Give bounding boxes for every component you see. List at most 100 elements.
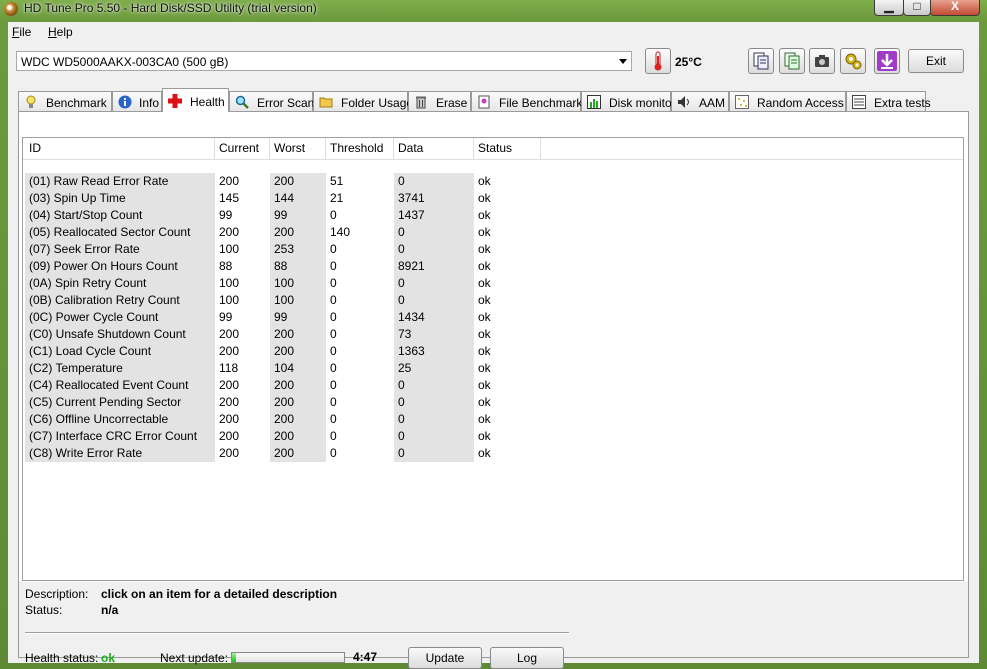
cell-threshold: 0 [330,395,337,409]
info-icon [118,95,132,109]
cell-status: ok [478,412,491,426]
cell-data: 1363 [394,343,474,360]
minimize-button[interactable]: ▁ [874,0,904,16]
lightbulb-icon [24,95,38,109]
cell-current: 99 [219,310,233,324]
tab-info[interactable]: Info [112,91,162,111]
tab-folder-usage[interactable]: Folder Usage [313,91,413,111]
cell-threshold: 0 [330,378,337,392]
cell-worst: 200 [270,224,326,241]
cell-current: 200 [219,344,240,358]
update-button[interactable]: Update [408,647,482,669]
table-row[interactable]: (C8) Write Error Rate 200 200 0 0 ok [23,445,963,462]
cell-data: 0 [394,275,474,292]
temperature-readout: 25°C [675,55,702,69]
trash-icon [414,95,428,109]
tab-label: Benchmark [46,96,107,110]
cell-id: (C7) Interface CRC Error Count [25,428,215,445]
table-row[interactable]: (05) Reallocated Sector Count 200 200 140 0 o… [23,224,963,241]
menu-help[interactable]: Help [48,25,73,39]
tab-error-scan[interactable]: Error Scan [229,91,314,111]
copy-all-button[interactable] [779,48,805,74]
save-button[interactable] [874,48,900,74]
cell-current: 100 [219,293,240,307]
speaker-icon [677,95,691,109]
hdtune-app-icon [4,2,18,16]
copy-info-button[interactable] [748,48,774,74]
health-status-value: ok [101,651,116,665]
cell-threshold: 0 [330,242,337,256]
column-header-status[interactable]: Status [474,138,541,159]
cell-worst: 99 [270,207,326,224]
table-row[interactable]: (C7) Interface CRC Error Count 200 200 0 0 ok [23,428,963,445]
column-header-data[interactable]: Data [394,138,474,159]
cell-worst: 100 [270,275,326,292]
column-header-worst[interactable]: Worst [270,138,326,159]
table-row[interactable]: (07) Seek Error Rate 100 253 0 0 ok [23,241,963,258]
table-row[interactable]: (01) Raw Read Error Rate 200 200 51 0 ok [23,173,963,190]
tab-label: File Benchmark [499,96,583,110]
tab-random-access[interactable]: Random Access [729,91,846,111]
tab-disk-monitor[interactable]: Disk monitor [581,91,676,111]
table-row[interactable]: (04) Start/Stop Count 99 99 0 1437 ok [23,207,963,224]
title-bar[interactable]: HD Tune Pro 5.50 - Hard Disk/SSD Utility… [0,0,987,18]
cell-threshold: 0 [330,310,337,324]
maximize-button[interactable]: □ [903,0,931,16]
table-row[interactable]: (C4) Reallocated Event Count 200 200 0 0 ok [23,377,963,394]
cell-id: (C2) Temperature [25,360,215,377]
column-header-threshold[interactable]: Threshold [326,138,394,159]
smart-attributes-table[interactable]: ID Current Worst Threshold Data Status (01) R… [22,137,964,581]
screenshot-button[interactable] [809,48,835,74]
cell-worst: 200 [270,326,326,343]
cell-data: 3741 [394,190,474,207]
menu-bar: File Help [8,22,979,42]
chart-icon [587,95,601,109]
tab-label: Health [190,95,225,109]
log-button[interactable]: Log [490,647,564,669]
tab-benchmark[interactable]: Benchmark [18,91,112,111]
table-row[interactable]: (C2) Temperature 118 104 0 25 ok [23,360,963,377]
file-benchmark-icon [477,95,491,109]
cell-status: ok [478,429,491,443]
cell-status: ok [478,378,491,392]
cell-threshold: 0 [330,361,337,375]
table-row[interactable]: (0C) Power Cycle Count 99 99 0 1434 ok [23,309,963,326]
cell-current: 100 [219,276,240,290]
cell-status: ok [478,446,491,460]
drive-select[interactable]: WDC WD5000AAKX-003CA0 (500 gB) [16,51,632,71]
tab-health[interactable]: Health [162,88,229,112]
temperature-button[interactable] [645,48,671,74]
table-row[interactable]: (0B) Calibration Retry Count 100 100 0 0 ok [23,292,963,309]
cell-threshold: 51 [330,174,344,188]
cell-data: 0 [394,411,474,428]
cell-threshold: 0 [330,293,337,307]
cell-worst: 104 [270,360,326,377]
window-frame: HD Tune Pro 5.50 - Hard Disk/SSD Utility… [0,0,987,669]
column-header-current[interactable]: Current [215,138,270,159]
table-row[interactable]: (C0) Unsafe Shutdown Count 200 200 0 73 ok [23,326,963,343]
tab-erase[interactable]: Erase [408,91,471,111]
table-row[interactable]: (C5) Current Pending Sector 200 200 0 0 ok [23,394,963,411]
options-button[interactable] [840,48,866,74]
menu-file[interactable]: File [12,25,31,39]
exit-button[interactable]: Exit [908,49,964,73]
cell-data: 0 [394,224,474,241]
client-area: File Help WDC WD5000AAKX-003CA0 (500 gB)… [8,22,979,669]
tab-extra-tests[interactable]: Extra tests [846,91,931,111]
close-button[interactable]: X [930,0,980,16]
cell-status: ok [478,327,491,341]
table-row[interactable]: (03) Spin Up Time 145 144 21 3741 ok [23,190,963,207]
gear-icon [845,53,862,70]
cell-id: (0C) Power Cycle Count [25,309,215,326]
table-row[interactable]: (C1) Load Cycle Count 200 200 0 1363 ok [23,343,963,360]
tab-file-benchmark[interactable]: File Benchmark [471,91,583,111]
table-row[interactable]: (09) Power On Hours Count 88 88 0 8921 ok [23,258,963,275]
table-row[interactable]: (0A) Spin Retry Count 100 100 0 0 ok [23,275,963,292]
table-row[interactable]: (C6) Offline Uncorrectable 200 200 0 0 ok [23,411,963,428]
column-header-id[interactable]: ID [25,138,215,159]
tab-aam[interactable]: AAM [671,91,729,111]
camera-icon [815,55,829,67]
cell-data: 0 [394,292,474,309]
cell-data: 1437 [394,207,474,224]
thermometer-icon [654,51,662,71]
